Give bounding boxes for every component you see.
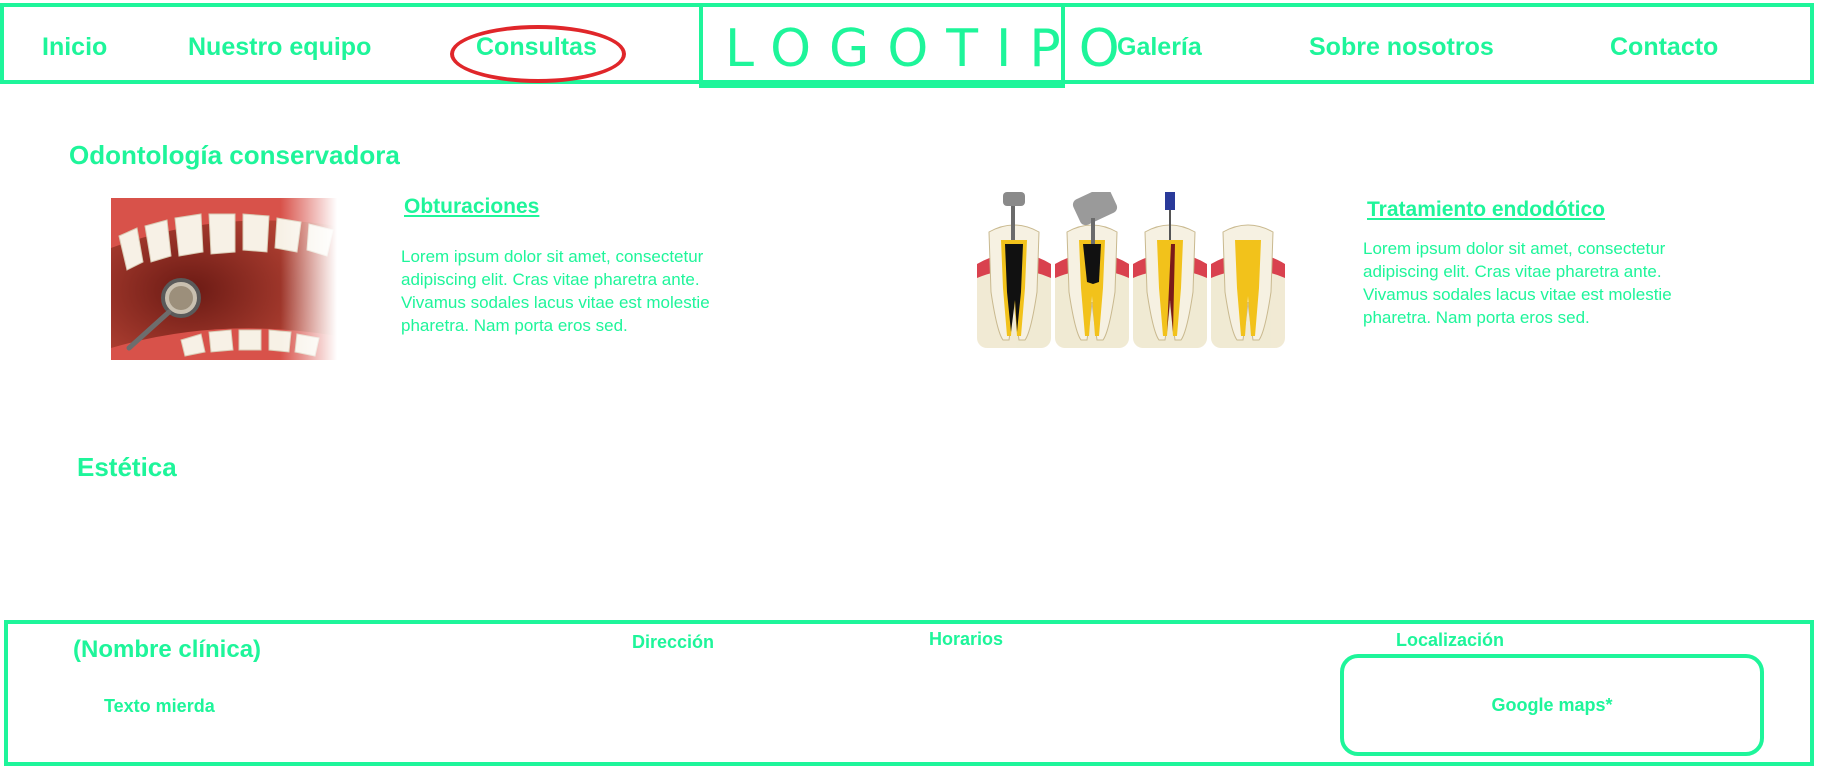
logo: LOGOTIPO xyxy=(725,19,1138,79)
item-title-obturaciones[interactable]: Obturaciones xyxy=(404,195,539,219)
footer-localizacion: Localización xyxy=(1396,630,1505,650)
nav-item-sobre-nosotros[interactable]: Sobre nosotros xyxy=(1309,33,1494,62)
footer-direccion: Dirección xyxy=(632,632,715,652)
logo-box[interactable]: LOGOTIPO xyxy=(699,3,1120,88)
top-nav: Inicio Nuestro equipo Consultas LOGOTIPO… xyxy=(0,3,1814,88)
footer-text: Texto mierda xyxy=(104,696,215,716)
item-text-obturaciones: Lorem ipsum dolor sit amet, consectetur … xyxy=(401,247,710,335)
item-title-tratamiento-endodotico[interactable]: Tratamiento endodótico xyxy=(1367,198,1605,222)
nav-item-nuestro-equipo[interactable]: Nuestro equipo xyxy=(188,33,371,62)
nav-item-contacto[interactable]: Contacto xyxy=(1610,33,1718,62)
footer-clinic-name: (Nombre clínica) xyxy=(73,636,262,663)
nav-item-galeria[interactable]: Galería xyxy=(1117,33,1202,62)
footer-horarios: Horarios xyxy=(929,629,1004,649)
section-title-estetica: Estética xyxy=(77,452,177,482)
section-title-conservadora: Odontología conservadora xyxy=(69,140,400,170)
footer: (Nombre clínica) Texto mierda Dirección … xyxy=(4,620,1814,766)
nav-item-consultas[interactable]: Consultas xyxy=(476,33,597,62)
nav-item-inicio[interactable]: Inicio xyxy=(42,33,107,62)
google-maps-embed[interactable]: Google maps* xyxy=(1340,654,1764,756)
item-text-tratamiento-endodotico: Lorem ipsum dolor sit amet, consectetur … xyxy=(1363,239,1672,327)
google-maps-label: Google maps* xyxy=(1491,695,1613,715)
root-canal-image xyxy=(975,192,1287,350)
teeth-mirror-image xyxy=(111,198,337,360)
